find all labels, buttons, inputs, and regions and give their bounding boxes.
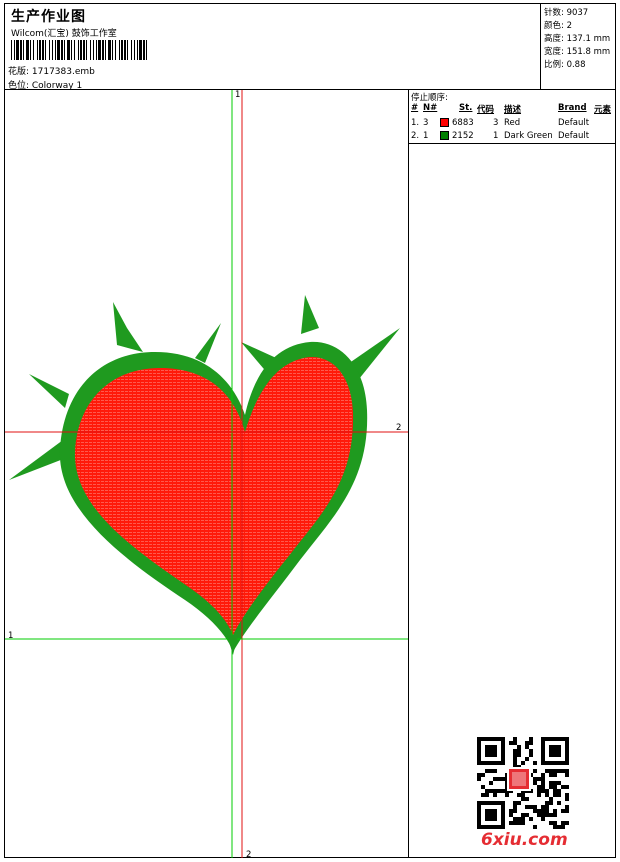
col-header-brand: Brand: [558, 103, 587, 113]
row2-stitches: 2152: [452, 131, 474, 141]
row2-brand: Default: [558, 131, 590, 141]
sheet-title: 生产作业图: [11, 9, 86, 25]
axis-label-h2: 2: [396, 423, 402, 433]
stat-stitches: 针数: 9037: [544, 8, 589, 18]
axis-label-v1: 1: [235, 90, 241, 100]
company-name: Wilcom(汇宝) 鼓饰工作室: [11, 29, 117, 39]
row1-index: 1.: [411, 118, 420, 128]
col-header-element: 元素: [594, 105, 612, 115]
row1-stitches: 6883: [452, 118, 474, 128]
col-header-needle: N#: [423, 103, 438, 113]
design-file: 花版: 1717383.emb: [8, 67, 95, 77]
axis-label-v2: 2: [246, 850, 252, 860]
row1-color-swatch: [440, 118, 449, 127]
row1-description: Red: [504, 118, 521, 128]
row2-needle: 1: [423, 131, 429, 141]
col-header-index: #: [411, 103, 419, 113]
col-header-description: 描述: [504, 105, 522, 115]
stats-panel: 针数: 9037 颜色: 2 高度: 137.1 mm 宽度: 151.8 mm…: [540, 4, 616, 89]
stat-width: 宽度: 151.8 mm: [544, 47, 611, 57]
row1-needle: 3: [423, 118, 429, 128]
row2-index: 2.: [411, 131, 420, 141]
row2-code: 1: [493, 131, 499, 141]
stop-sequence-title: 停止顺序:: [411, 93, 448, 103]
stat-colors: 颜色: 2: [544, 21, 572, 31]
heart-fill: [74, 356, 354, 635]
row2-description: Dark Green: [504, 131, 553, 141]
design-canvas: 1 2 1 2: [5, 90, 408, 860]
row1-code: 3: [493, 118, 499, 128]
axis-label-h1: 1: [8, 631, 14, 641]
barcode: [11, 40, 147, 60]
row2-color-swatch: [440, 131, 449, 140]
site-watermark: 6xiu.com: [481, 830, 568, 850]
stat-height: 高度: 137.1 mm: [544, 34, 611, 44]
stat-scale: 比例: 0.88: [544, 60, 586, 70]
table-divider: [409, 143, 615, 144]
heart-embroidery: [5, 90, 408, 858]
col-header-code: 代码: [477, 105, 495, 115]
qr-code: [477, 737, 569, 829]
row1-brand: Default: [558, 118, 590, 128]
production-sheet: 生产作业图 Wilcom(汇宝) 鼓饰工作室 花版: 1717383.emb 色…: [4, 3, 616, 860]
col-header-stitches: St.: [459, 103, 473, 113]
